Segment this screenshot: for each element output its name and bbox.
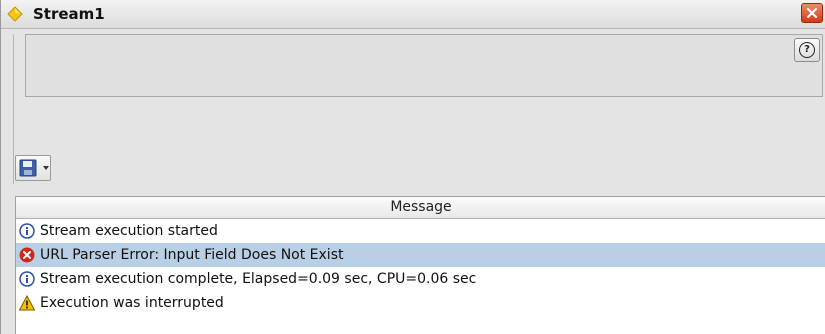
row-message: Execution was interrupted xyxy=(40,295,224,311)
message-table: Message Stream execution started URL Par… xyxy=(15,196,825,334)
chevron-down-icon xyxy=(43,166,49,170)
stream-window: Stream1 ? Message Stream execution start… xyxy=(0,0,825,334)
row-message: Stream execution started xyxy=(40,223,218,239)
error-icon xyxy=(19,247,35,263)
info-icon xyxy=(19,271,35,287)
stream-diamond-icon xyxy=(7,6,23,22)
table-row[interactable]: URL Parser Error: Input Field Does Not E… xyxy=(16,243,825,267)
info-icon xyxy=(19,223,35,239)
help-button[interactable]: ? xyxy=(794,38,820,62)
title-bar[interactable]: Stream1 xyxy=(1,0,825,29)
close-button[interactable] xyxy=(801,3,823,23)
save-menu-button[interactable] xyxy=(15,155,51,181)
left-divider xyxy=(13,34,14,184)
row-message: Stream execution complete, Elapsed=0.09 … xyxy=(40,271,477,287)
floppy-disk-icon xyxy=(19,159,37,177)
column-header-message[interactable]: Message xyxy=(16,197,825,219)
window-title: Stream1 xyxy=(33,5,105,23)
help-icon: ? xyxy=(799,42,815,58)
header-panel: ? xyxy=(25,34,823,97)
table-row[interactable]: Stream execution complete, Elapsed=0.09 … xyxy=(16,267,825,291)
table-row[interactable]: Execution was interrupted xyxy=(16,291,825,315)
warning-icon xyxy=(19,295,35,311)
table-row[interactable]: Stream execution started xyxy=(16,219,825,243)
close-icon xyxy=(806,7,818,19)
row-message: URL Parser Error: Input Field Does Not E… xyxy=(40,247,344,263)
